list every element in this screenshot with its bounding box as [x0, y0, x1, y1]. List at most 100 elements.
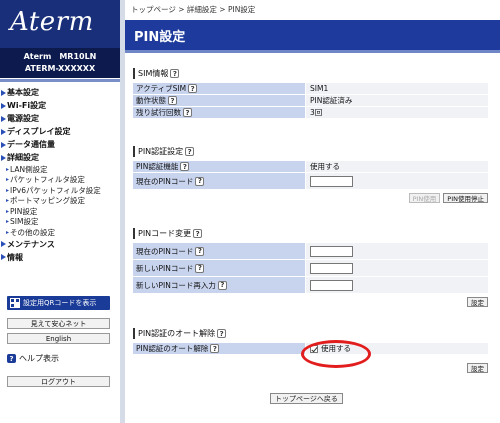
nav-category[interactable]: ディスプレイ設定: [0, 125, 120, 138]
nav-subitem[interactable]: ▸ PIN設定: [0, 206, 120, 217]
arrow-bullet-icon: [1, 254, 6, 260]
table-row: 現在のPINコード?: [133, 173, 488, 189]
row-label: PIN認証のオート解除?: [133, 343, 305, 354]
pin-auth-section: PIN認証設定 ? PIN認証機能? 使用する 現在のPINコード? PIN使用…: [133, 146, 488, 203]
row-label: 現在のPINコード?: [133, 243, 305, 259]
help-icon[interactable]: ?: [217, 280, 227, 290]
arrow-bullet-icon: [1, 115, 6, 122]
qr-code-icon: [10, 298, 20, 308]
device-id: ATERM-XXXXXX: [24, 64, 96, 73]
help-label: ヘルプ表示: [19, 354, 59, 363]
arrow-bullet-icon: ▸: [6, 165, 10, 173]
pin-auth-function-value: 使用する: [306, 161, 488, 172]
help-toggle[interactable]: ? ヘルプ表示: [5, 353, 59, 364]
section-title: PIN認証設定 ?: [133, 146, 488, 157]
sidebar: Aterm Aterm MR10LN ATERM-XXXXXX 基本設定 Wi-F…: [0, 0, 120, 423]
help-icon: ?: [7, 354, 16, 363]
sim-info-title: SIM情報: [138, 69, 169, 78]
back-to-top-button[interactable]: トップページへ戻る: [270, 393, 343, 404]
change-current-pin-input[interactable]: [310, 245, 353, 257]
nav-subitem[interactable]: ▸ ポートマッピング設定: [0, 196, 120, 207]
english-button[interactable]: English: [7, 333, 110, 344]
table-row: 動作状態? PIN認証済み: [133, 95, 488, 106]
help-icon[interactable]: ?: [217, 329, 227, 338]
mieru-anshin-button[interactable]: 見えて安心ネット: [7, 318, 110, 329]
arrow-bullet-icon: ▸: [6, 197, 10, 205]
help-icon[interactable]: ?: [168, 96, 177, 105]
auto-release-title: PIN認証のオート解除: [138, 329, 216, 338]
nav-category[interactable]: Wi-Fi設定: [0, 99, 120, 112]
arrow-bullet-icon: [1, 241, 6, 247]
new-pin-confirm-input[interactable]: [310, 279, 353, 291]
nav-subitem[interactable]: ▸ IPv6パケットフィルタ設定: [0, 185, 120, 196]
current-pin-input[interactable]: [310, 175, 353, 187]
nav-category[interactable]: 情報: [0, 251, 120, 264]
help-icon[interactable]: ?: [195, 176, 205, 186]
pin-change-table: 現在のPINコード? 新しいPINコード? 新しいPINコード再入力?: [133, 242, 488, 293]
row-label: アクティブSIM?: [133, 83, 305, 94]
help-icon[interactable]: ?: [170, 69, 180, 78]
pin-change-section: PINコード変更 ? 現在のPINコード? 新しいPINコード? 新しいPINコ…: [133, 228, 488, 307]
row-label: 残り試行回数?: [133, 107, 305, 118]
row-value: SIM1: [306, 83, 488, 94]
pin-change-title: PINコード変更: [138, 229, 192, 238]
main-content: トップページ > 詳細設定 > PIN設定 PIN設定 SIM情報 ? アクティ…: [125, 0, 500, 423]
pin-auth-table: PIN認証機能? 使用する 現在のPINコード?: [133, 160, 488, 189]
table-row: PIN認証機能? 使用する: [133, 161, 488, 172]
table-row: 現在のPINコード?: [133, 243, 488, 259]
arrow-bullet-icon: [1, 102, 6, 109]
nav-category[interactable]: 詳細設定: [0, 151, 120, 164]
arrow-bullet-icon: ▸: [6, 228, 10, 236]
highlight-annotation: [301, 340, 371, 368]
help-icon[interactable]: ?: [193, 229, 203, 238]
page-title-bar: PIN設定: [125, 20, 500, 50]
nav-category[interactable]: 基本設定: [0, 86, 120, 99]
arrow-bullet-icon: [1, 141, 6, 148]
logo-area: Aterm: [0, 0, 120, 48]
table-row: アクティブSIM? SIM1: [133, 83, 488, 94]
table-row: 新しいPINコード?: [133, 260, 488, 276]
sidebar-separator: [0, 79, 120, 82]
qr-code-button-label: 設定用QRコードを表示: [23, 299, 97, 307]
table-row: 新しいPINコード再入力?: [133, 277, 488, 293]
row-label: PIN認証機能?: [133, 161, 305, 172]
english-label: English: [45, 334, 72, 343]
help-icon[interactable]: ?: [188, 84, 198, 93]
help-icon[interactable]: ?: [195, 263, 205, 273]
nav-category[interactable]: データ通信量: [0, 138, 120, 151]
sim-info-section: SIM情報 ? アクティブSIM? SIM1 動作状態? PIN認証済み 残り試…: [133, 68, 488, 119]
nav-subitem[interactable]: ▸ SIM設定: [0, 217, 120, 228]
sidebar-nav: 基本設定 Wi-Fi設定 電源設定 ディスプレイ設定 データ通信量 詳細設定 ▸ LAN側設定…: [0, 86, 120, 264]
nav-category[interactable]: メンテナンス: [0, 238, 120, 251]
arrow-bullet-icon: [1, 89, 6, 96]
row-label: 動作状態?: [133, 95, 305, 106]
pin-use-button[interactable]: PIN使用: [408, 193, 441, 203]
new-pin-input[interactable]: [310, 262, 353, 274]
help-icon[interactable]: ?: [180, 162, 190, 171]
section-title: PINコード変更 ?: [133, 228, 488, 239]
row-label: 現在のPINコード?: [133, 173, 305, 189]
row-value: 3回: [306, 107, 488, 118]
qr-code-button[interactable]: 設定用QRコードを表示: [7, 296, 110, 310]
nav-subitem[interactable]: ▸ その他の設定: [0, 227, 120, 238]
model-name: Aterm MR10LN: [23, 52, 97, 61]
auto-release-set-button[interactable]: 設定: [467, 363, 488, 373]
pin-stop-button[interactable]: PIN使用停止: [443, 193, 488, 203]
help-icon[interactable]: ?: [210, 344, 220, 353]
pin-auth-title: PIN認証設定: [138, 147, 184, 156]
nav-subitem[interactable]: ▸ パケットフィルタ設定: [0, 175, 120, 186]
nav-category[interactable]: 電源設定: [0, 112, 120, 125]
logout-label: ログアウト: [41, 377, 76, 386]
section-title: SIM情報 ?: [133, 68, 488, 79]
arrow-bullet-icon: ▸: [6, 218, 10, 226]
aterm-logo: Aterm: [10, 7, 94, 37]
arrow-bullet-icon: ▸: [6, 186, 10, 194]
nav-subitem[interactable]: ▸ LAN側設定: [0, 164, 120, 175]
row-label: 新しいPINコード?: [133, 260, 305, 276]
help-icon[interactable]: ?: [185, 147, 195, 156]
help-icon[interactable]: ?: [195, 246, 205, 256]
arrow-bullet-icon: [1, 128, 6, 135]
help-icon[interactable]: ?: [183, 108, 192, 117]
logout-button[interactable]: ログアウト: [7, 376, 110, 387]
pin-change-set-button[interactable]: 設定: [467, 297, 488, 307]
